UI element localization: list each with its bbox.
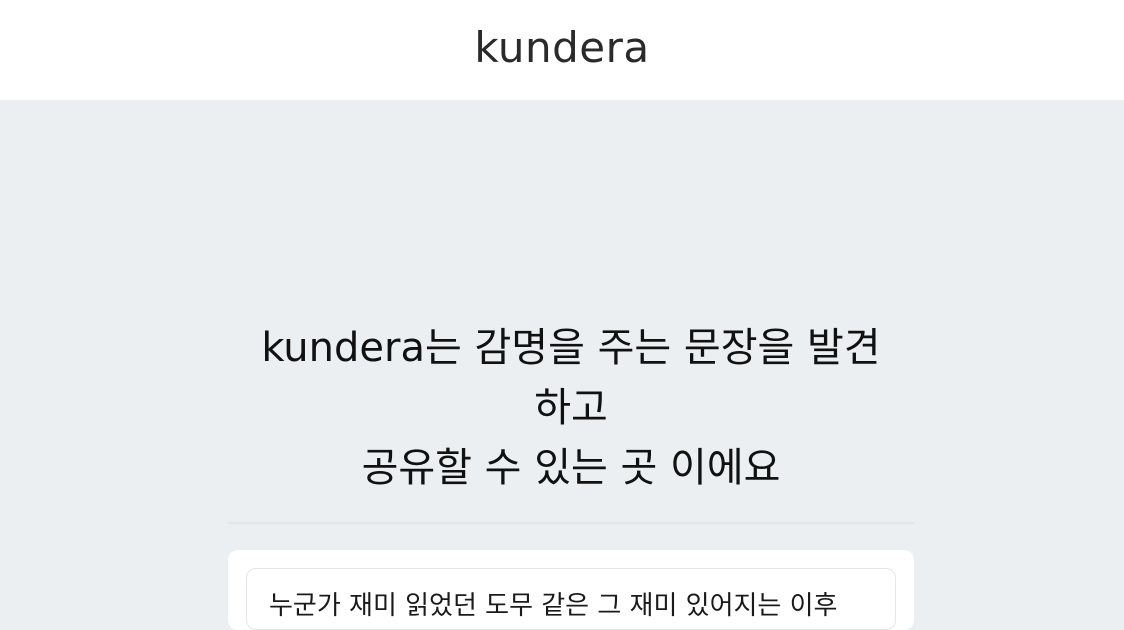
top-header: kundera <box>0 0 1124 100</box>
section-divider <box>228 522 914 524</box>
hero-line-1: kundera는 감명을 주는 문장을 발견 <box>261 325 881 371</box>
hero-line-3: 공유할 수 있는 곳 이에요 <box>361 445 781 491</box>
kundera-logo[interactable]: kundera <box>474 23 649 72</box>
quote-card: 누군가 재미 읽었던 도무 같은 그 재미 있어지는 이후 <box>228 550 914 630</box>
quote-item[interactable]: 누군가 재미 읽었던 도무 같은 그 재미 있어지는 이후 <box>246 568 896 630</box>
main-content: kundera는 감명을 주는 문장을 발견 하고 공유할 수 있는 곳 이에요… <box>0 100 1124 630</box>
quote-text: 누군가 재미 읽었던 도무 같은 그 재미 있어지는 이후 <box>269 591 838 621</box>
hero-heading: kundera는 감명을 주는 문장을 발견 하고 공유할 수 있는 곳 이에요 <box>228 318 914 498</box>
hero-line-2: 하고 <box>534 385 608 431</box>
